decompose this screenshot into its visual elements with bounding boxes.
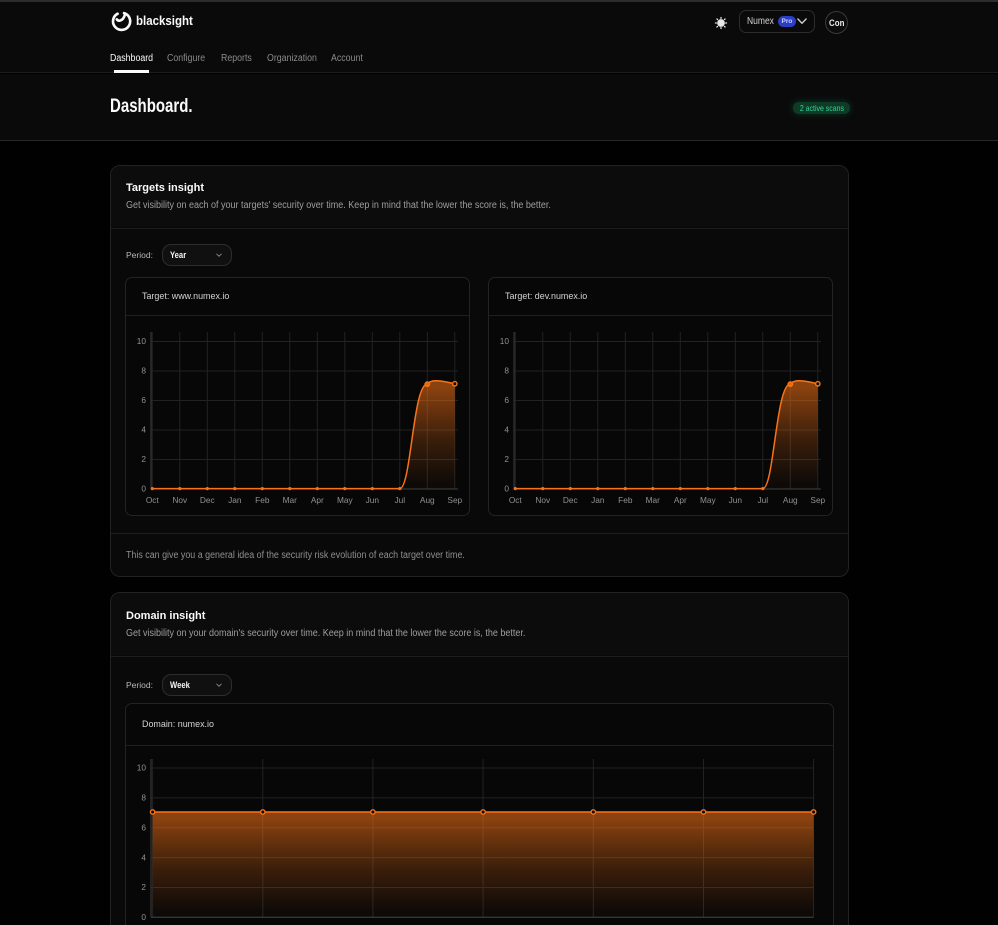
svg-text:Jan: Jan: [591, 495, 605, 505]
svg-text:Dec: Dec: [200, 495, 215, 505]
svg-text:10: 10: [137, 336, 147, 346]
svg-text:Jul: Jul: [394, 495, 405, 505]
svg-text:Sep: Sep: [810, 495, 825, 505]
svg-text:Sep: Sep: [447, 495, 462, 505]
svg-text:Mar: Mar: [283, 495, 298, 505]
svg-text:8: 8: [141, 366, 146, 376]
svg-text:Jan: Jan: [228, 495, 242, 505]
svg-text:Oct: Oct: [508, 495, 522, 505]
svg-text:Aug: Aug: [782, 495, 797, 505]
svg-text:Nov: Nov: [535, 495, 551, 505]
svg-text:8: 8: [504, 366, 509, 376]
svg-text:Feb: Feb: [255, 495, 270, 505]
svg-text:May: May: [337, 495, 354, 505]
svg-text:Apr: Apr: [311, 495, 324, 505]
svg-text:6: 6: [141, 822, 146, 832]
svg-text:6: 6: [141, 395, 146, 405]
svg-text:0: 0: [141, 912, 146, 922]
svg-text:Feb: Feb: [618, 495, 633, 505]
svg-text:4: 4: [141, 852, 146, 862]
svg-text:Mar: Mar: [645, 495, 660, 505]
svg-text:4: 4: [141, 425, 146, 435]
svg-text:2: 2: [141, 882, 146, 892]
svg-text:May: May: [699, 495, 716, 505]
svg-text:4: 4: [504, 425, 509, 435]
svg-text:Apr: Apr: [673, 495, 686, 505]
svg-text:10: 10: [499, 336, 509, 346]
svg-text:2: 2: [504, 454, 509, 464]
svg-text:Nov: Nov: [172, 495, 188, 505]
svg-text:10: 10: [137, 763, 147, 773]
svg-text:2: 2: [141, 454, 146, 464]
svg-text:Dec: Dec: [562, 495, 577, 505]
svg-text:Oct: Oct: [146, 495, 160, 505]
svg-text:Jun: Jun: [728, 495, 742, 505]
svg-text:0: 0: [141, 484, 146, 494]
svg-text:Jun: Jun: [366, 495, 380, 505]
svg-text:Aug: Aug: [420, 495, 435, 505]
svg-text:Jul: Jul: [757, 495, 768, 505]
svg-text:6: 6: [504, 395, 509, 405]
svg-text:0: 0: [504, 484, 509, 494]
svg-text:8: 8: [141, 793, 146, 803]
